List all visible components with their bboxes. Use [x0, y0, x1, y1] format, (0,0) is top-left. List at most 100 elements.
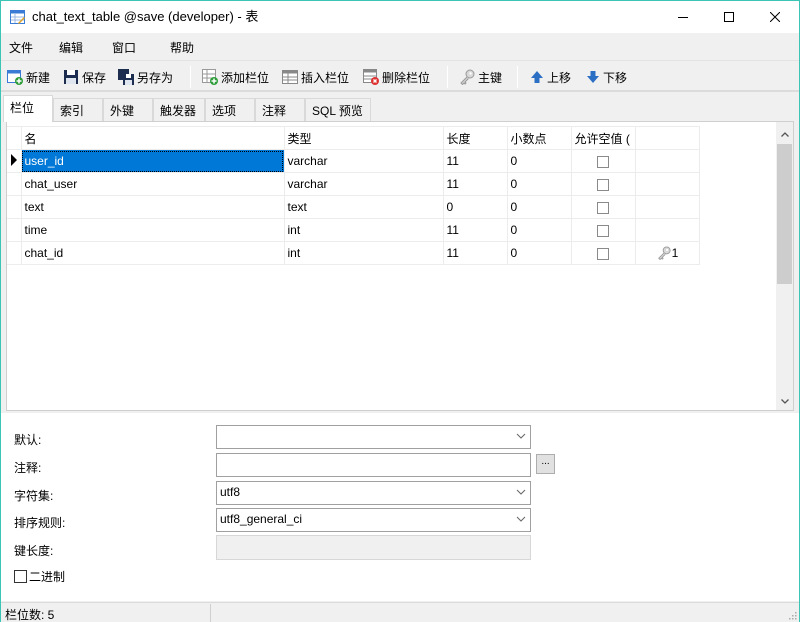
tab-indexes[interactable]: 索引 — [53, 98, 103, 121]
menu-help[interactable]: 帮助 — [170, 39, 194, 56]
field-type-cell[interactable]: varchar — [283, 149, 444, 173]
field-key-cell[interactable] — [634, 195, 700, 219]
field-key-cell[interactable] — [634, 172, 700, 196]
field-length-cell[interactable]: 11 — [442, 149, 508, 173]
tab-foreign-keys[interactable]: 外键 — [103, 98, 153, 121]
field-allow-null-cell[interactable] — [570, 218, 636, 242]
field-allow-null-cell[interactable] — [570, 241, 636, 265]
insert-field-label: 插入栏位 — [301, 70, 350, 85]
field-decimals-cell[interactable]: 0 — [506, 241, 572, 265]
field-decimals-cell[interactable]: 0 — [506, 149, 572, 173]
allow-null-checkbox[interactable] — [597, 178, 609, 191]
column-header-allow-null[interactable]: 允许空值 ( — [570, 126, 636, 150]
comment-input[interactable] — [216, 453, 531, 477]
arrow-up-icon — [531, 71, 543, 83]
save-icon — [64, 70, 78, 84]
tab-fields[interactable]: 栏位 — [3, 95, 53, 122]
scroll-down-button[interactable] — [776, 393, 793, 410]
field-decimals-cell[interactable]: 0 — [506, 195, 572, 219]
field-name-cell[interactable]: time — [20, 218, 285, 242]
save-button[interactable]: 保存 — [63, 67, 106, 87]
key-length-label: 键长度: — [14, 544, 54, 558]
binary-checkbox-row[interactable]: 二进制 — [14, 568, 65, 585]
close-button[interactable] — [752, 1, 798, 33]
field-length-cell[interactable]: 0 — [442, 195, 508, 219]
move-down-button[interactable]: 下移 — [586, 67, 627, 87]
maximize-icon — [724, 12, 734, 22]
chevron-down-icon — [516, 489, 526, 495]
insert-field-button[interactable]: 插入栏位 — [282, 67, 349, 87]
delete-field-label: 删除栏位 — [382, 70, 431, 85]
column-header-type[interactable]: 类型 — [283, 126, 444, 150]
field-name-cell[interactable]: text — [20, 195, 285, 219]
maximize-button[interactable] — [706, 1, 752, 33]
field-length-cell[interactable]: 11 — [442, 241, 508, 265]
allow-null-checkbox[interactable] — [597, 247, 609, 260]
save-as-button[interactable]: 另存为 — [118, 67, 173, 87]
tab-sql-preview[interactable]: SQL 预览 — [305, 98, 371, 121]
field-row[interactable]: time int 11 0 — [7, 218, 700, 242]
move-up-button[interactable]: 上移 — [530, 67, 571, 87]
move-up-label: 上移 — [547, 70, 572, 85]
field-key-cell[interactable] — [634, 218, 700, 242]
allow-null-checkbox[interactable] — [597, 201, 609, 214]
collation-value: utf8_general_ci — [220, 512, 303, 526]
allow-null-checkbox[interactable] — [597, 155, 609, 168]
row-indicator — [7, 149, 22, 173]
field-key-cell[interactable] — [634, 149, 700, 173]
field-allow-null-cell[interactable] — [570, 149, 636, 173]
allow-null-checkbox[interactable] — [597, 224, 609, 237]
scroll-up-button[interactable] — [776, 126, 793, 143]
row-indicator — [7, 172, 22, 196]
field-row[interactable]: text text 0 0 — [7, 195, 700, 219]
field-type-cell[interactable]: varchar — [283, 172, 444, 196]
field-name-cell[interactable]: chat_id — [20, 241, 285, 265]
add-field-button[interactable]: 添加栏位 — [202, 67, 269, 87]
add-field-label: 添加栏位 — [221, 70, 270, 85]
primary-key-button[interactable]: 主键 — [459, 67, 502, 87]
field-type-cell[interactable]: int — [283, 241, 444, 265]
tab-options[interactable]: 选项 — [205, 98, 255, 121]
key-icon — [657, 246, 671, 261]
grid-vertical-scrollbar[interactable] — [776, 122, 793, 410]
field-key-cell[interactable]: 1 — [634, 241, 700, 265]
field-row[interactable]: user_id varchar 11 0 — [7, 149, 700, 173]
field-type-cell[interactable]: text — [283, 195, 444, 219]
field-type-cell[interactable]: int — [283, 218, 444, 242]
close-icon — [770, 12, 780, 22]
column-header-length[interactable]: 长度 — [442, 126, 508, 150]
menu-window[interactable]: 窗口 — [112, 39, 136, 56]
field-decimals-cell[interactable]: 0 — [506, 218, 572, 242]
binary-checkbox[interactable] — [14, 570, 27, 583]
field-row[interactable]: chat_id int 11 0 1 — [7, 241, 700, 265]
scroll-thumb[interactable] — [777, 144, 792, 284]
column-header-decimals[interactable]: 小数点 — [506, 126, 572, 150]
default-select[interactable] — [216, 425, 531, 449]
new-button[interactable]: 新建 — [7, 67, 50, 87]
default-label: 默认: — [14, 433, 42, 447]
delete-field-button[interactable]: 删除栏位 — [363, 67, 430, 87]
field-name-cell[interactable]: chat_user — [20, 172, 285, 196]
column-header-key[interactable] — [634, 126, 700, 150]
field-allow-null-cell[interactable] — [570, 195, 636, 219]
field-decimals-cell[interactable]: 0 — [506, 172, 572, 196]
field-row[interactable]: chat_user varchar 11 0 — [7, 172, 700, 196]
minimize-button[interactable] — [660, 1, 706, 33]
tab-comment[interactable]: 注释 — [255, 98, 305, 121]
menu-file[interactable]: 文件 — [9, 39, 33, 56]
key-length-input — [216, 535, 531, 560]
row-indicator — [7, 241, 22, 265]
field-length-cell[interactable]: 11 — [442, 218, 508, 242]
minimize-icon — [678, 17, 688, 18]
toolbar-separator — [447, 66, 448, 88]
field-length-cell[interactable]: 11 — [442, 172, 508, 196]
field-allow-null-cell[interactable] — [570, 172, 636, 196]
menu-edit[interactable]: 编辑 — [59, 39, 83, 56]
comment-ellipsis-button[interactable]: ... — [536, 454, 555, 474]
charset-select[interactable]: utf8 — [216, 481, 531, 505]
resize-grip-icon[interactable] — [787, 610, 797, 620]
collation-select[interactable]: utf8_general_ci — [216, 508, 531, 532]
column-header-name[interactable]: 名 — [20, 126, 285, 150]
field-name-cell[interactable]: user_id — [20, 149, 285, 173]
tab-triggers[interactable]: 触发器 — [153, 98, 205, 121]
